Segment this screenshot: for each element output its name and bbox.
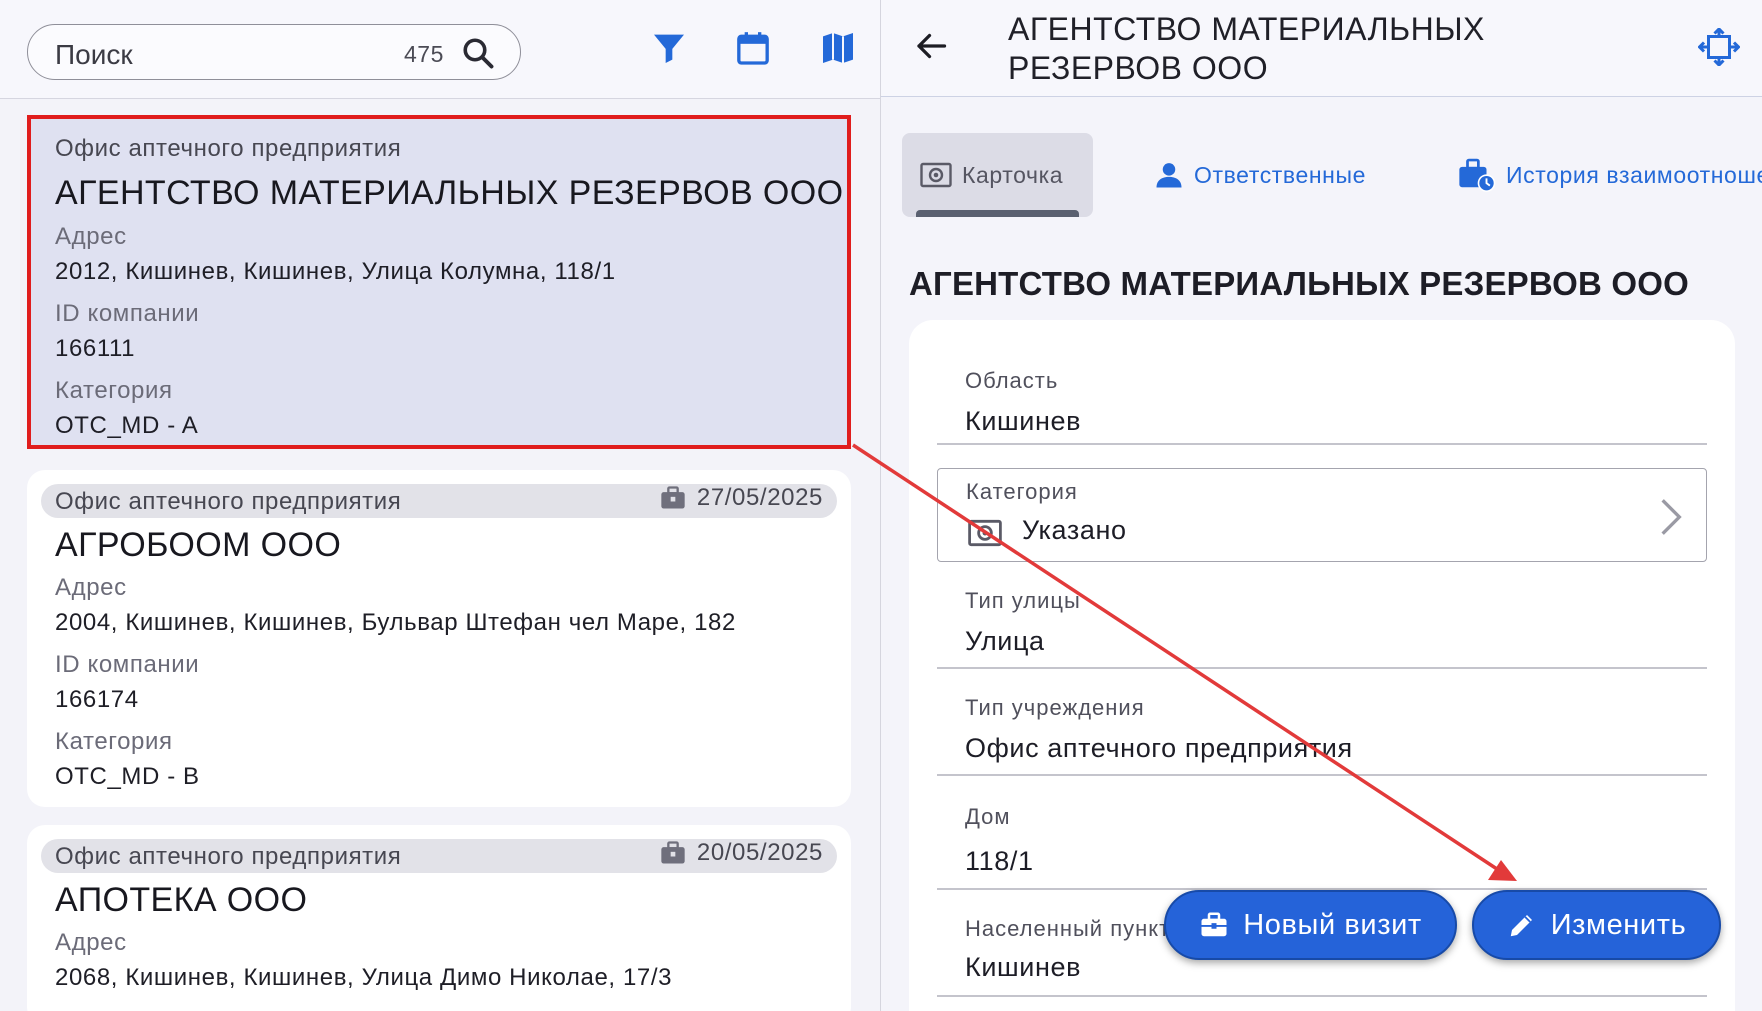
field-value: 118/1 [965,846,1034,876]
company-id-label: ID компании [55,300,200,327]
field-label: Населенный пункт [965,916,1171,941]
institution-type: Офис аптечного предприятия [55,843,402,870]
field-label: Дом [965,804,1011,829]
person-icon [1156,163,1182,188]
field-house: Дом 118/1 [937,790,1707,890]
institution-type: Офис аптечного предприятия [55,488,402,515]
company-name: АГРОБООМ ООО [55,526,342,564]
tab-card[interactable]: Карточка [902,133,1093,217]
new-visit-button[interactable]: Новый визит [1164,890,1457,960]
category-value: OTC_MD - B [55,763,200,790]
company-detail-pane: АГЕНТСТВО МАТЕРИАЛЬНЫХ РЕЗЕРВОВ ООО Карт… [881,0,1762,1011]
card-icon [920,162,952,188]
institution-type: Офис аптечного предприятия [55,135,402,162]
tab-history[interactable]: История взаимоотношений [1458,133,1762,217]
field-institution-type: Тип учреждения Офис аптечного предприяти… [937,683,1707,779]
edit-label: Изменить [1550,908,1687,941]
address-value: 2068, Кишинев, Кишинев, Улица Димо Никол… [55,964,673,991]
last-visit-date: 20/05/2025 [659,839,823,867]
address-label: Адрес [55,574,127,601]
field-street-type: Тип улицы Улица [937,576,1707,672]
list-item[interactable]: Офис аптечного предприятия 20/05/2025 АП… [27,825,851,1011]
field-label: Категория [966,479,1078,504]
briefcase-icon [1201,912,1227,937]
result-count: 475 [404,41,444,67]
company-name: АГЕНТСТВО МАТЕРИАЛЬНЫХ РЕЗЕРВОВ ООО [55,174,844,212]
company-id-label: ID компании [55,651,200,678]
address-label: Адрес [55,223,127,250]
field-label: Область [965,368,1059,393]
field-underline [937,443,1707,445]
field-underline [937,774,1707,776]
last-visit-date: 27/05/2025 [659,484,823,512]
list-item[interactable]: Офис аптечного предприятия 27/05/2025 АГ… [27,470,851,807]
list-toolbar: Поиск 475 [0,0,880,99]
field-value: Кишинев [965,952,1082,982]
field-value: Офис аптечного предприятия [965,733,1353,763]
search-placeholder: Поиск [55,39,133,70]
chevron-right-icon [1661,499,1682,535]
field-value: Указано [1022,515,1127,545]
address-label: Адрес [55,929,127,956]
field-label: Тип улицы [965,588,1081,613]
briefcase-icon [661,486,685,509]
category-label: Категория [55,728,173,755]
detail-header: АГЕНТСТВО МАТЕРИАЛЬНЫХ РЕЗЕРВОВ ООО [881,0,1762,97]
field-label: Тип учреждения [965,695,1145,720]
company-title: АГЕНТСТВО МАТЕРИАЛЬНЫХ РЕЗЕРВОВ ООО [909,265,1689,302]
list-item-selected[interactable]: Офис аптечного предприятия АГЕНТСТВО МАТ… [27,115,851,449]
filter-icon[interactable] [649,28,689,68]
company-id-value: 166111 [55,335,136,362]
briefcase-icon [661,841,685,864]
expand-width-icon[interactable] [1698,28,1740,66]
field-underline [937,995,1707,997]
company-name: АПОТЕКА ООО [55,881,308,919]
category-value: OTC_MD - A [55,412,199,439]
address-value: 2012, Кишинев, Кишинев, Улица Колумна, 1… [55,258,616,285]
tab-card-label: Карточка [962,161,1064,188]
tab-history-label: История взаимоотношений [1506,161,1762,188]
field-value: Улица [965,626,1045,656]
field-value: Кишинев [965,406,1082,436]
tab-responsible-label: Ответственные [1194,161,1367,188]
field-region: Область Кишинев [937,350,1707,446]
map-icon[interactable] [818,28,858,68]
detail-header-title: АГЕНТСТВО МАТЕРИАЛЬНЫХ РЕЗЕРВОВ ООО [1008,11,1485,86]
tab-responsible[interactable]: Ответственные [1154,133,1366,217]
search-icon[interactable] [460,35,496,71]
new-visit-label: Новый визит [1243,908,1422,941]
detail-tabs: Карточка Ответственные История взаимоотн… [881,130,1762,220]
company-list-pane: Поиск 475 Офис аптечного предприятия АГЕ… [0,0,880,1011]
address-value: 2004, Кишинев, Кишинев, Бульвар Штефан ч… [55,609,736,636]
calendar-icon[interactable] [733,28,773,68]
pencil-icon [1510,915,1532,937]
category-selector[interactable]: Категория Указано [937,468,1707,562]
edit-button[interactable]: Изменить [1472,890,1721,960]
search-input[interactable]: Поиск 475 [27,24,521,80]
category-label: Категория [55,377,173,404]
history-icon [1459,158,1496,192]
card-icon [968,519,1002,547]
active-tab-indicator [916,210,1079,217]
company-id-value: 166174 [55,686,139,713]
back-arrow-icon[interactable] [913,28,949,64]
field-underline [937,667,1707,669]
